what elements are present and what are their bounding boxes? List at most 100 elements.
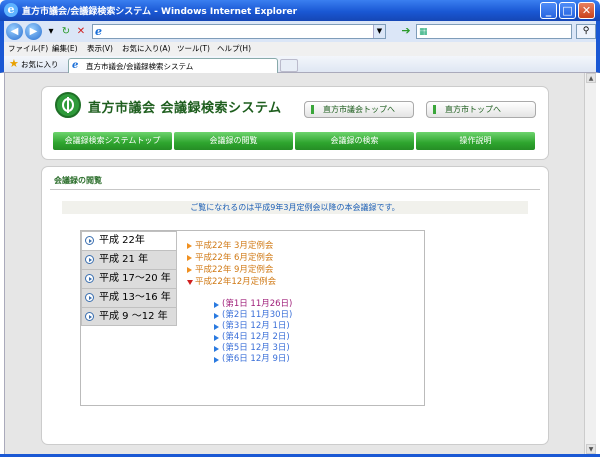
year-label: 平成 9 ～12 年	[99, 311, 168, 322]
triangle-right-icon	[187, 255, 192, 261]
menu-tools[interactable]: ツール(T)	[177, 43, 210, 54]
city-top-link[interactable]: 直方市トップへ	[426, 101, 536, 118]
council-top-link-label: 直方市議会トップへ	[323, 105, 395, 114]
day-label: (第4日 12月 2日)	[222, 332, 290, 342]
section-divider	[50, 189, 540, 190]
menu-file[interactable]: ファイル(F)	[8, 43, 48, 54]
year-item[interactable]: 平成 21 年	[81, 250, 177, 269]
day-list: (第1日 11月26日) (第2日 11月30日) (第3日 12月 1日) (第4日…	[214, 299, 292, 365]
minutes-list-box: 平成 22年 平成 21 年平成 17～20 年平成 13～16 年平成 9 ～1…	[80, 230, 425, 406]
day-label: (第1日 11月26日)	[222, 299, 293, 309]
favorites-bar: ★ お気に入り e 直方市議会/会議録検索システム	[0, 56, 600, 73]
year-label: 平成 21 年	[99, 254, 149, 265]
day-label: (第2日 11月30日)	[222, 310, 293, 320]
menu-edit[interactable]: 編集(E)	[52, 43, 78, 54]
session-label: 平成22年 6月定例会	[195, 253, 274, 263]
nav-browse[interactable]: 会議録の閲覧	[174, 132, 293, 150]
city-top-link-label: 直方市トップへ	[445, 105, 501, 114]
circle-arrow-icon	[85, 293, 94, 302]
year-label: 平成 13～16 年	[99, 292, 171, 303]
scroll-down-icon[interactable]: ▼	[586, 444, 596, 454]
ie-logo-icon: e	[4, 3, 18, 17]
year-item[interactable]: 平成 13～16 年	[81, 288, 177, 307]
council-top-link[interactable]: 直方市議会トップへ	[304, 101, 414, 118]
url-dropdown-icon[interactable]: ▼	[373, 25, 385, 38]
triangle-right-icon	[214, 313, 219, 319]
circle-arrow-icon	[85, 312, 94, 321]
day-link[interactable]: (第6日 12月 9日)	[214, 354, 292, 365]
day-link[interactable]: (第1日 11月26日)	[214, 299, 292, 310]
minimize-button[interactable]: _	[540, 2, 557, 19]
day-label: (第3日 12月 1日)	[222, 321, 290, 331]
menu-favorites[interactable]: お気に入り(A)	[122, 43, 170, 54]
menu-bar: ファイル(F) 編集(E) 表示(V) お気に入り(A) ツール(T) ヘルプ(…	[0, 42, 600, 56]
refresh-icon[interactable]: ↻	[59, 25, 73, 38]
link-bar-icon	[433, 105, 436, 114]
back-button[interactable]: ◀	[6, 23, 23, 40]
maximize-button[interactable]: □	[559, 2, 576, 19]
search-provider-icon: ▦	[419, 27, 428, 37]
menu-view[interactable]: 表示(V)	[87, 43, 113, 54]
session-label: 平成22年 9月定例会	[195, 265, 274, 275]
go-icon[interactable]: ➔	[400, 25, 412, 37]
stop-icon[interactable]: ✕	[74, 25, 88, 38]
address-toolbar: ◀ ▶ ▾ ↻ ✕ e ▼ ➔ ▦ ⚲	[0, 21, 600, 42]
favorites-button[interactable]: お気に入り	[21, 59, 59, 70]
link-bar-icon	[311, 105, 314, 114]
favorites-star-icon[interactable]: ★	[9, 58, 19, 70]
notice-text: ご覧になれるのは平成9年3月定例会以降の本会議録です。	[190, 203, 400, 212]
triangle-right-icon	[214, 324, 219, 330]
menu-help[interactable]: ヘルプ(H)	[217, 43, 251, 54]
new-tab-button[interactable]	[280, 59, 298, 72]
year-label: 平成 22年	[99, 235, 145, 246]
session-label: 平成22年12月定例会	[195, 277, 277, 287]
tab-label: 直方市議会/会議録検索システム	[86, 62, 194, 71]
window-titlebar: e 直方市議会/会議録検索システム - Windows Internet Exp…	[0, 0, 600, 21]
browse-panel: 会議録の閲覧 ご覧になれるのは平成9年3月定例会以降の本会議録です。 平成 22…	[41, 166, 549, 445]
page-icon: e	[95, 25, 102, 38]
session-label: 平成22年 3月定例会	[195, 241, 274, 251]
session-link[interactable]: 平成22年 6月定例会	[187, 252, 276, 264]
page-viewport: 直方市議会 会議録検索システム 直方市議会トップへ 直方市トップへ 会議録検索シ…	[4, 73, 596, 454]
window-title: 直方市議会/会議録検索システム - Windows Internet Explo…	[22, 7, 298, 17]
tab-page-icon: e	[72, 60, 79, 71]
session-link[interactable]: 平成22年 9月定例会	[187, 264, 276, 276]
section-title: 会議録の閲覧	[54, 176, 102, 185]
close-button[interactable]: ✕	[578, 2, 595, 19]
session-list: 平成22年 3月定例会 平成22年 6月定例会 平成22年 9月定例会 平成22年12…	[187, 240, 276, 288]
session-link[interactable]: 平成22年12月定例会	[187, 276, 276, 288]
nav-help[interactable]: 操作説明	[416, 132, 535, 150]
search-input[interactable]: ▦	[416, 24, 572, 39]
year-item[interactable]: 平成 17～20 年	[81, 269, 177, 288]
day-label: (第6日 12月 9日)	[222, 354, 290, 364]
triangle-right-icon	[214, 302, 219, 308]
site-header: 直方市議会 会議録検索システム 直方市議会トップへ 直方市トップへ 会議録検索シ…	[41, 86, 549, 160]
scroll-up-icon[interactable]: ▲	[586, 73, 596, 83]
day-link[interactable]: (第4日 12月 2日)	[214, 332, 292, 343]
search-icon[interactable]: ⚲	[576, 24, 596, 39]
vertical-scrollbar[interactable]: ▲ ▼	[584, 73, 596, 454]
site-title: 直方市議会 会議録検索システム	[88, 101, 282, 116]
nav-search[interactable]: 会議録の検索	[295, 132, 414, 150]
forward-button[interactable]: ▶	[25, 23, 42, 40]
year-item[interactable]: 平成 9 ～12 年	[81, 307, 177, 326]
tab-current[interactable]: e 直方市議会/会議録検索システム	[68, 58, 278, 73]
nav-system-top[interactable]: 会議録検索システムトップ	[53, 132, 172, 150]
triangle-right-icon	[214, 357, 219, 363]
day-label: (第5日 12月 3日)	[222, 343, 290, 353]
url-input[interactable]: e ▼	[92, 24, 386, 39]
day-link[interactable]: (第3日 12月 1日)	[214, 321, 292, 332]
triangle-right-icon	[214, 346, 219, 352]
day-link[interactable]: (第2日 11月30日)	[214, 310, 292, 321]
history-dropdown-icon[interactable]: ▾	[44, 25, 58, 38]
year-item[interactable]: 平成 22年	[81, 231, 177, 250]
city-emblem-icon	[55, 92, 81, 118]
circle-arrow-icon	[85, 274, 94, 283]
triangle-down-icon	[187, 280, 193, 285]
session-link[interactable]: 平成22年 3月定例会	[187, 240, 276, 252]
circle-arrow-icon	[85, 255, 94, 264]
triangle-right-icon	[187, 243, 192, 249]
day-link[interactable]: (第5日 12月 3日)	[214, 343, 292, 354]
triangle-right-icon	[187, 267, 192, 273]
year-list: 平成 22年 平成 21 年平成 17～20 年平成 13～16 年平成 9 ～1…	[81, 231, 177, 326]
